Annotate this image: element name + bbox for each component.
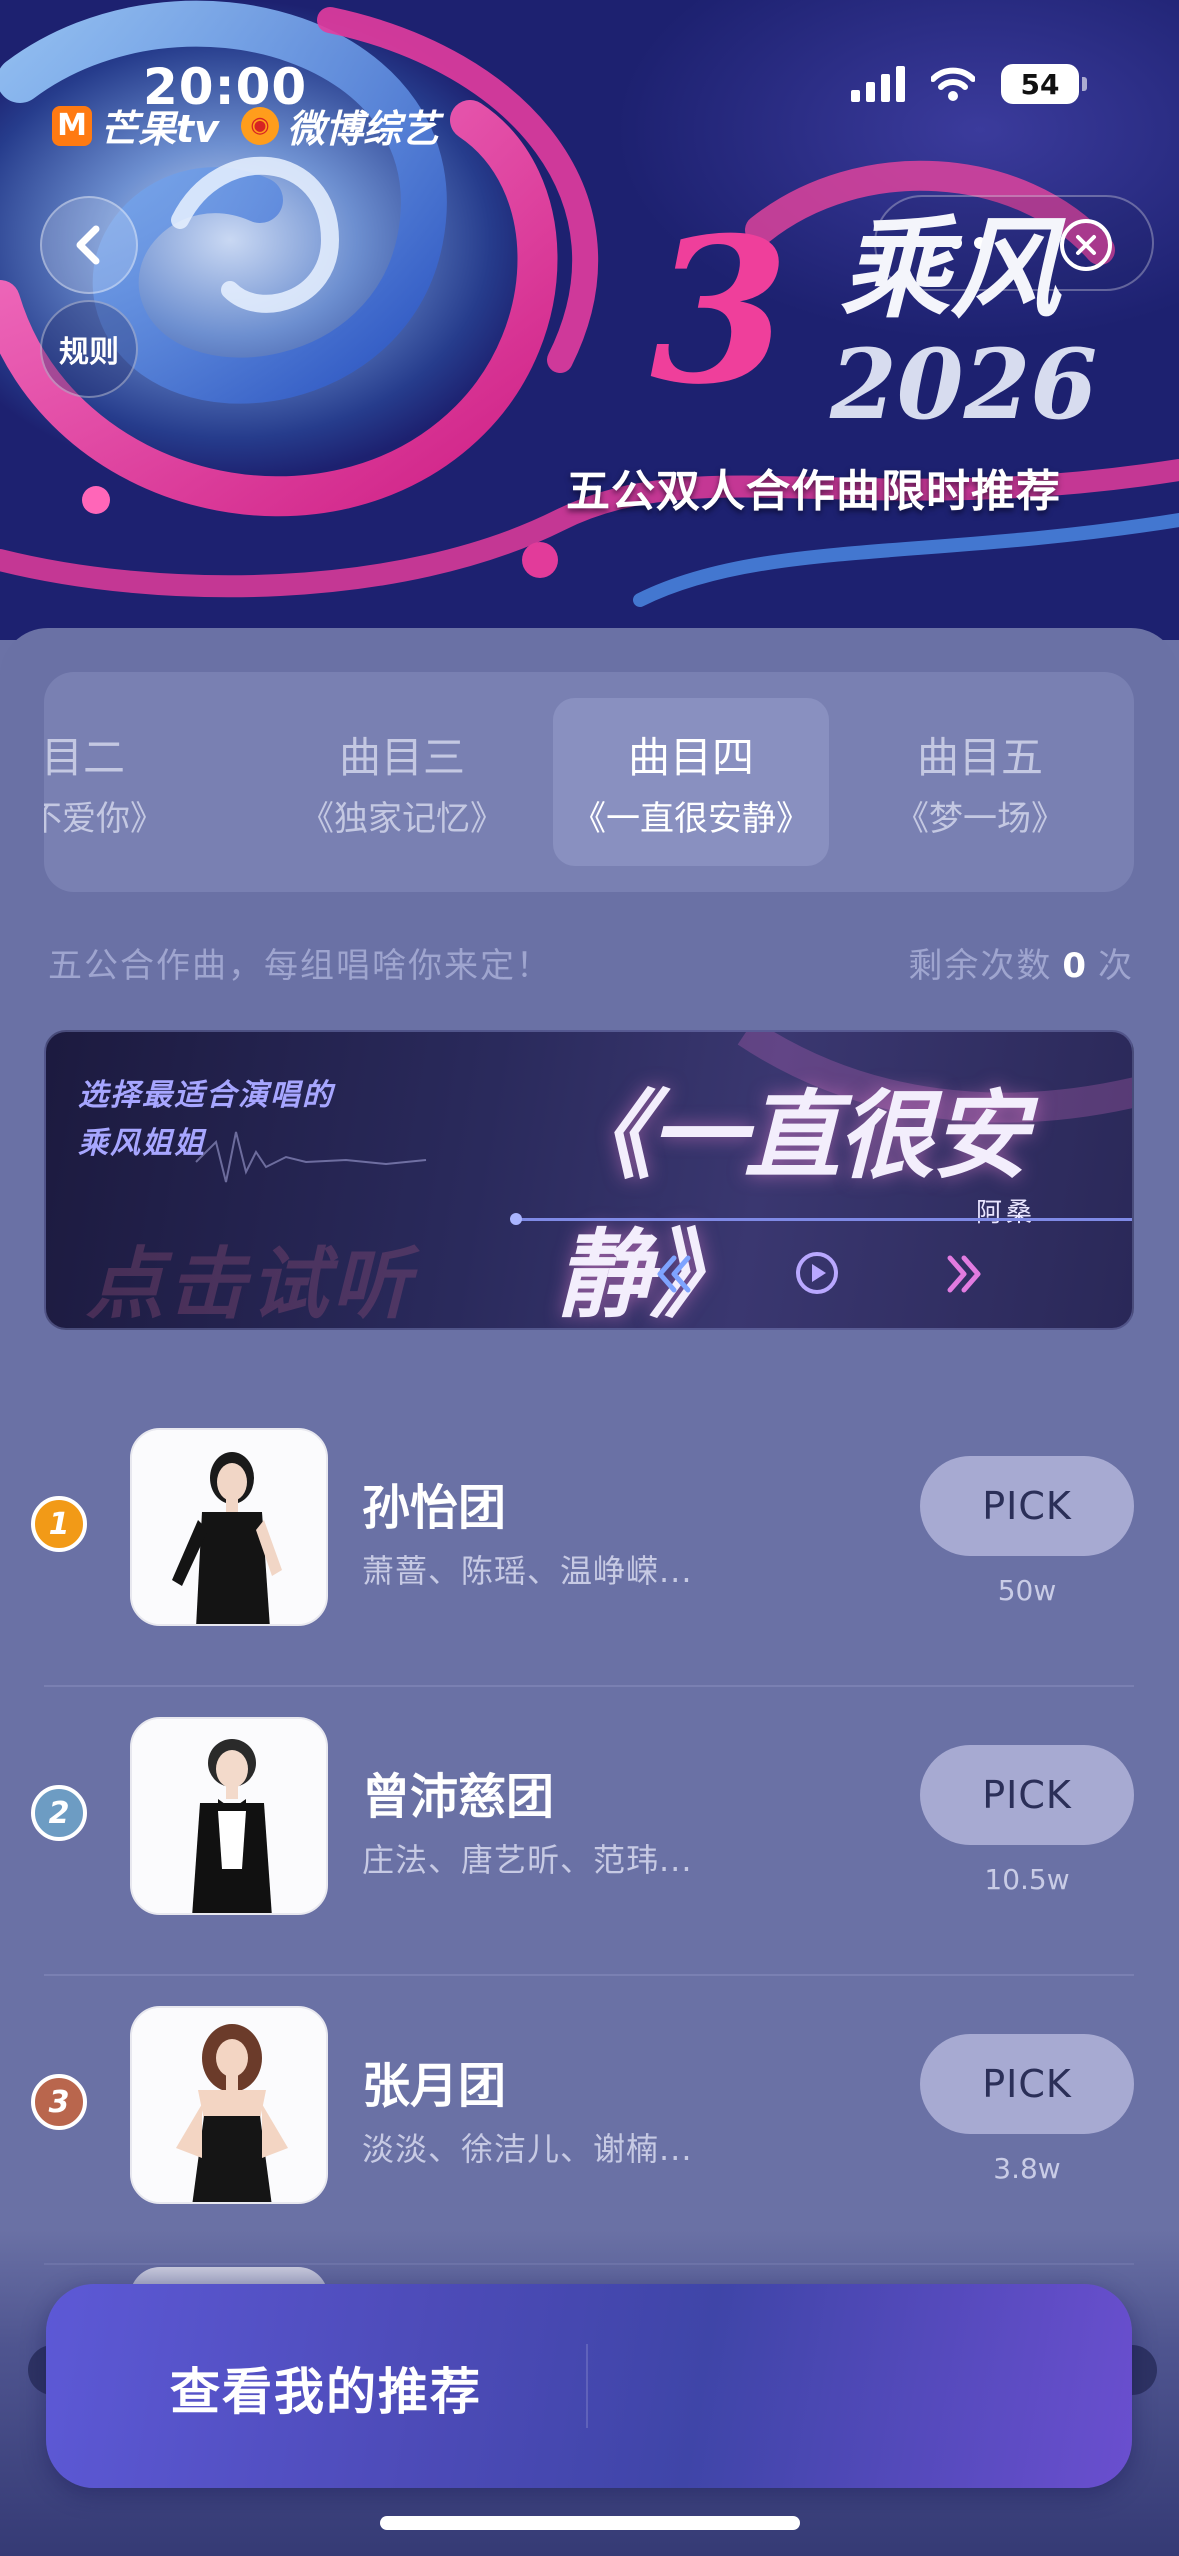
team-members: 萧蔷、陈瑶、温峥嵘...: [362, 1552, 693, 1590]
pick-button[interactable]: PICK: [920, 1745, 1134, 1845]
hint-text: 五公合作曲，每组唱啥你来定！: [48, 946, 552, 986]
rules-button[interactable]: 规则: [40, 300, 138, 398]
rank-badge: 2: [31, 1785, 87, 1841]
tab-title: 曲目三: [338, 733, 465, 782]
vote-count: 3.8w: [993, 2152, 1061, 2185]
back-button[interactable]: [40, 196, 138, 294]
person-photo: [132, 1719, 326, 1913]
brand-name: 乘风: [840, 205, 1060, 333]
tab-title: 曲目二: [44, 733, 125, 782]
song-tabs: 曲目二 说我不爱你》 曲目三 《独家记忆》 曲目四 《一直很安静》 曲目五 《梦…: [44, 672, 1134, 892]
hero-subtitle: 五公双人合作曲限时推荐: [566, 466, 1061, 517]
tab-song: 《一直很安静》: [572, 799, 810, 839]
rank-badge: 3: [31, 2074, 87, 2130]
brand-number: 3: [650, 194, 789, 429]
avatar: [130, 1428, 328, 1626]
team-name: 张月团: [362, 2058, 507, 2114]
weibo-logo: ◉ 微博综艺: [240, 98, 439, 153]
song-preview-player[interactable]: 选择最适合演唱的 乘风姐姐 《一直很安静》 阿桑 点击试听: [44, 1030, 1134, 1330]
weibo-logo-icon: ◉: [240, 106, 279, 145]
view-my-recommendations-button[interactable]: 查看我的推荐: [46, 2284, 1132, 2488]
avatar: [130, 1717, 328, 1915]
mango-logo-icon: M: [52, 105, 92, 146]
battery-icon: 54: [1001, 64, 1087, 104]
person-photo: [132, 1430, 326, 1624]
hero-banner: 20:00 54 M 芒果tv ◉ 微博综艺 规则 3 乘风 2026 五公双人…: [0, 0, 1179, 640]
tab-song: 说我不爱你》: [44, 799, 164, 839]
show-brand: 3 乘风 2026: [650, 194, 1130, 433]
cellular-signal-icon: [851, 66, 905, 102]
brand-year: 2026: [830, 328, 1098, 441]
team-members: 淡淡、徐洁儿、谢楠...: [362, 2130, 693, 2168]
fast-forward-icon[interactable]: [944, 1252, 984, 1296]
list-item: 1 孙怡团 萧蔷、陈瑶、温峥嵘... PICK 50w: [0, 1398, 1179, 1687]
info-row: 五公合作曲，每组唱啥你来定！ 剩余次数 0 次: [48, 938, 1134, 987]
list-item: 2 曾沛慈团 庄法、唐艺昕、范玮... PICK 10.5w: [0, 1687, 1179, 1976]
tab-song-3[interactable]: 曲目三 《独家记忆》: [264, 698, 540, 866]
tab-song: 《独家记忆》: [300, 799, 504, 839]
vote-count: 10.5w: [984, 1863, 1070, 1896]
team-name: 曾沛慈团: [362, 1769, 555, 1825]
sponsor-logos: M 芒果tv ◉ 微博综艺: [52, 98, 439, 153]
avatar: [130, 2006, 328, 2204]
rewind-icon[interactable]: [654, 1252, 694, 1296]
mango-tv-logo: M 芒果tv: [52, 98, 219, 153]
player-progress-bar[interactable]: [510, 1213, 1132, 1225]
team-members: 庄法、唐艺昕、范玮...: [362, 1841, 693, 1879]
wifi-icon: [931, 67, 975, 101]
pick-button[interactable]: PICK: [920, 2034, 1134, 2134]
tab-song-5[interactable]: 曲目五 《梦一场》: [842, 698, 1118, 866]
play-icon[interactable]: [794, 1250, 840, 1296]
player-singer: 阿桑: [976, 1198, 1037, 1228]
list-item: 3 张月团 淡淡、徐洁儿、谢楠... PICK 3.8w: [0, 1976, 1179, 2265]
rank-badge: 1: [31, 1496, 87, 1552]
remaining-votes: 剩余次数 0 次: [908, 946, 1134, 986]
team-name: 孙怡团: [362, 1480, 507, 1536]
chevron-left-icon: [76, 225, 100, 265]
player-song-title: 《一直很安静》: [556, 1079, 1028, 1330]
remaining-count: 0: [1062, 946, 1088, 986]
person-photo: [132, 2008, 326, 2202]
divider: [586, 2344, 588, 2428]
tab-song-4[interactable]: 曲目四 《一直很安静》: [553, 698, 829, 866]
cta-label: 查看我的推荐: [170, 2363, 482, 2421]
tab-title: 曲目五: [916, 733, 1043, 782]
tab-song-2[interactable]: 曲目二 说我不爱你》: [44, 698, 200, 866]
tab-song: 《梦一场》: [895, 799, 1065, 839]
tab-title: 曲目四: [627, 733, 754, 782]
home-indicator[interactable]: [380, 2516, 800, 2530]
vote-count: 50w: [997, 1574, 1057, 1607]
try-listen-label: 点击试听: [86, 1240, 415, 1330]
status-indicators: 54: [851, 64, 1087, 104]
player-tagline: 选择最适合演唱的 乘风姐姐: [78, 1078, 334, 1161]
pick-button[interactable]: PICK: [920, 1456, 1134, 1556]
